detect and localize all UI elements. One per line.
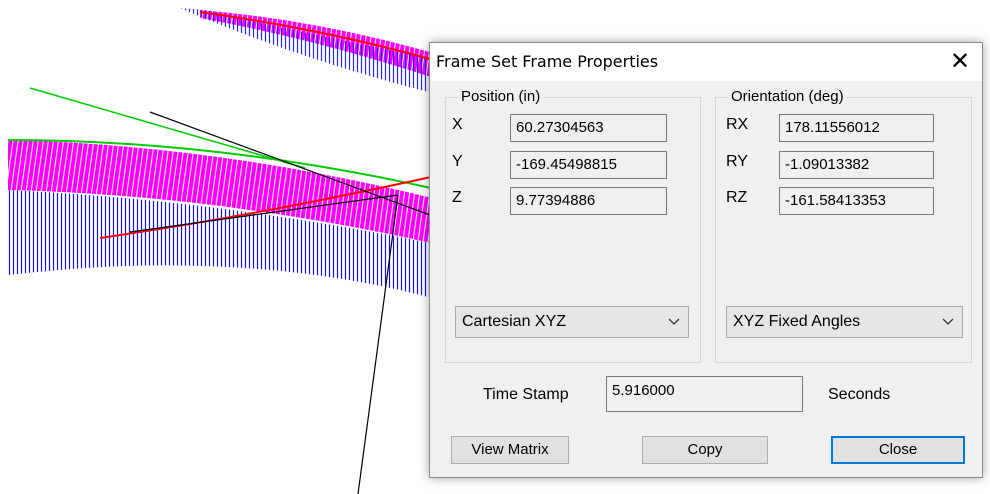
coord-system-select[interactable]: Cartesian XYZ bbox=[455, 306, 689, 338]
view-matrix-button[interactable]: View Matrix bbox=[451, 436, 569, 464]
angle-convention-select[interactable]: XYZ Fixed Angles bbox=[726, 306, 963, 338]
copy-button[interactable]: Copy bbox=[642, 436, 768, 464]
ry-field[interactable]: -1.09013382 bbox=[779, 151, 934, 179]
orientation-group: Orientation (deg) RX 178.11556012 RY -1.… bbox=[715, 88, 972, 363]
dialog-titlebar[interactable]: Frame Set Frame Properties ✕ bbox=[430, 43, 982, 81]
x-field[interactable]: 60.27304563 bbox=[510, 114, 667, 142]
rx-field[interactable]: 178.11556012 bbox=[779, 114, 934, 142]
y-label: Y bbox=[452, 153, 463, 170]
ry-label: RY bbox=[726, 153, 748, 170]
upper-ribbon bbox=[180, 8, 441, 95]
y-field[interactable]: -169.45498815 bbox=[510, 151, 667, 179]
close-icon[interactable]: ✕ bbox=[938, 43, 982, 79]
rz-label: RZ bbox=[726, 189, 748, 206]
z-label: Z bbox=[452, 189, 462, 206]
rz-field[interactable]: -161.58413353 bbox=[779, 187, 934, 215]
close-button[interactable]: Close bbox=[831, 436, 965, 464]
position-group: Position (in) X 60.27304563 Y -169.45498… bbox=[445, 88, 701, 363]
z-field[interactable]: 9.77394886 bbox=[510, 187, 667, 215]
lower-ribbon bbox=[7, 139, 441, 300]
time-stamp-field[interactable]: 5.916000 bbox=[606, 376, 803, 412]
dialog-title: Frame Set Frame Properties bbox=[436, 52, 659, 71]
time-stamp-label: Time Stamp bbox=[483, 386, 569, 403]
angle-convention-value: XYZ Fixed Angles bbox=[733, 313, 861, 330]
dialog-client-area: Position (in) X 60.27304563 Y -169.45498… bbox=[430, 81, 982, 477]
time-stamp-unit: Seconds bbox=[828, 386, 891, 403]
frame-properties-dialog: Frame Set Frame Properties ✕ Position (i… bbox=[429, 42, 983, 478]
chevron-down-icon bbox=[668, 318, 680, 325]
orientation-group-title: Orientation (deg) bbox=[728, 88, 847, 105]
coord-system-value: Cartesian XYZ bbox=[462, 313, 567, 330]
chevron-down-icon bbox=[942, 318, 954, 325]
position-group-title: Position (in) bbox=[458, 88, 544, 105]
rx-label: RX bbox=[726, 116, 749, 133]
x-label: X bbox=[452, 116, 463, 133]
